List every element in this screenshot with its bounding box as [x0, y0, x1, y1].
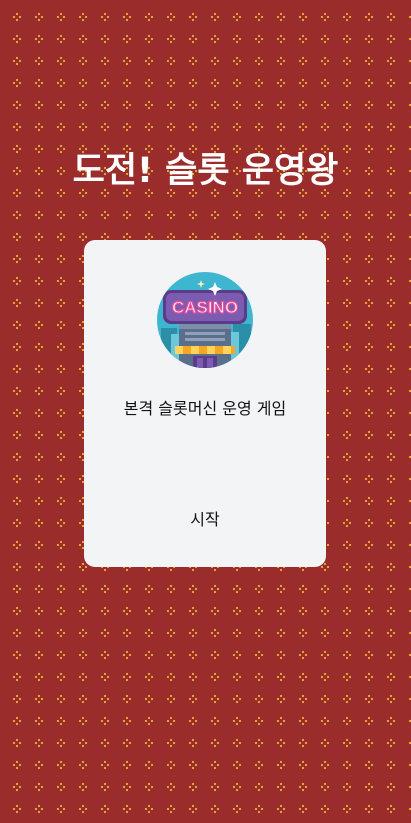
start-button[interactable]: 시작	[155, 502, 255, 534]
game-subtitle: 본격 슬롯머신 운영 게임	[123, 399, 287, 418]
svg-text:CASINO: CASINO	[172, 298, 238, 317]
start-card: CASINO 본격 슬롯머신 운영 게임 시작	[84, 240, 326, 567]
game-title: 도전! 슬롯 운영왕	[72, 151, 339, 192]
casino-logo: CASINO	[157, 272, 253, 368]
